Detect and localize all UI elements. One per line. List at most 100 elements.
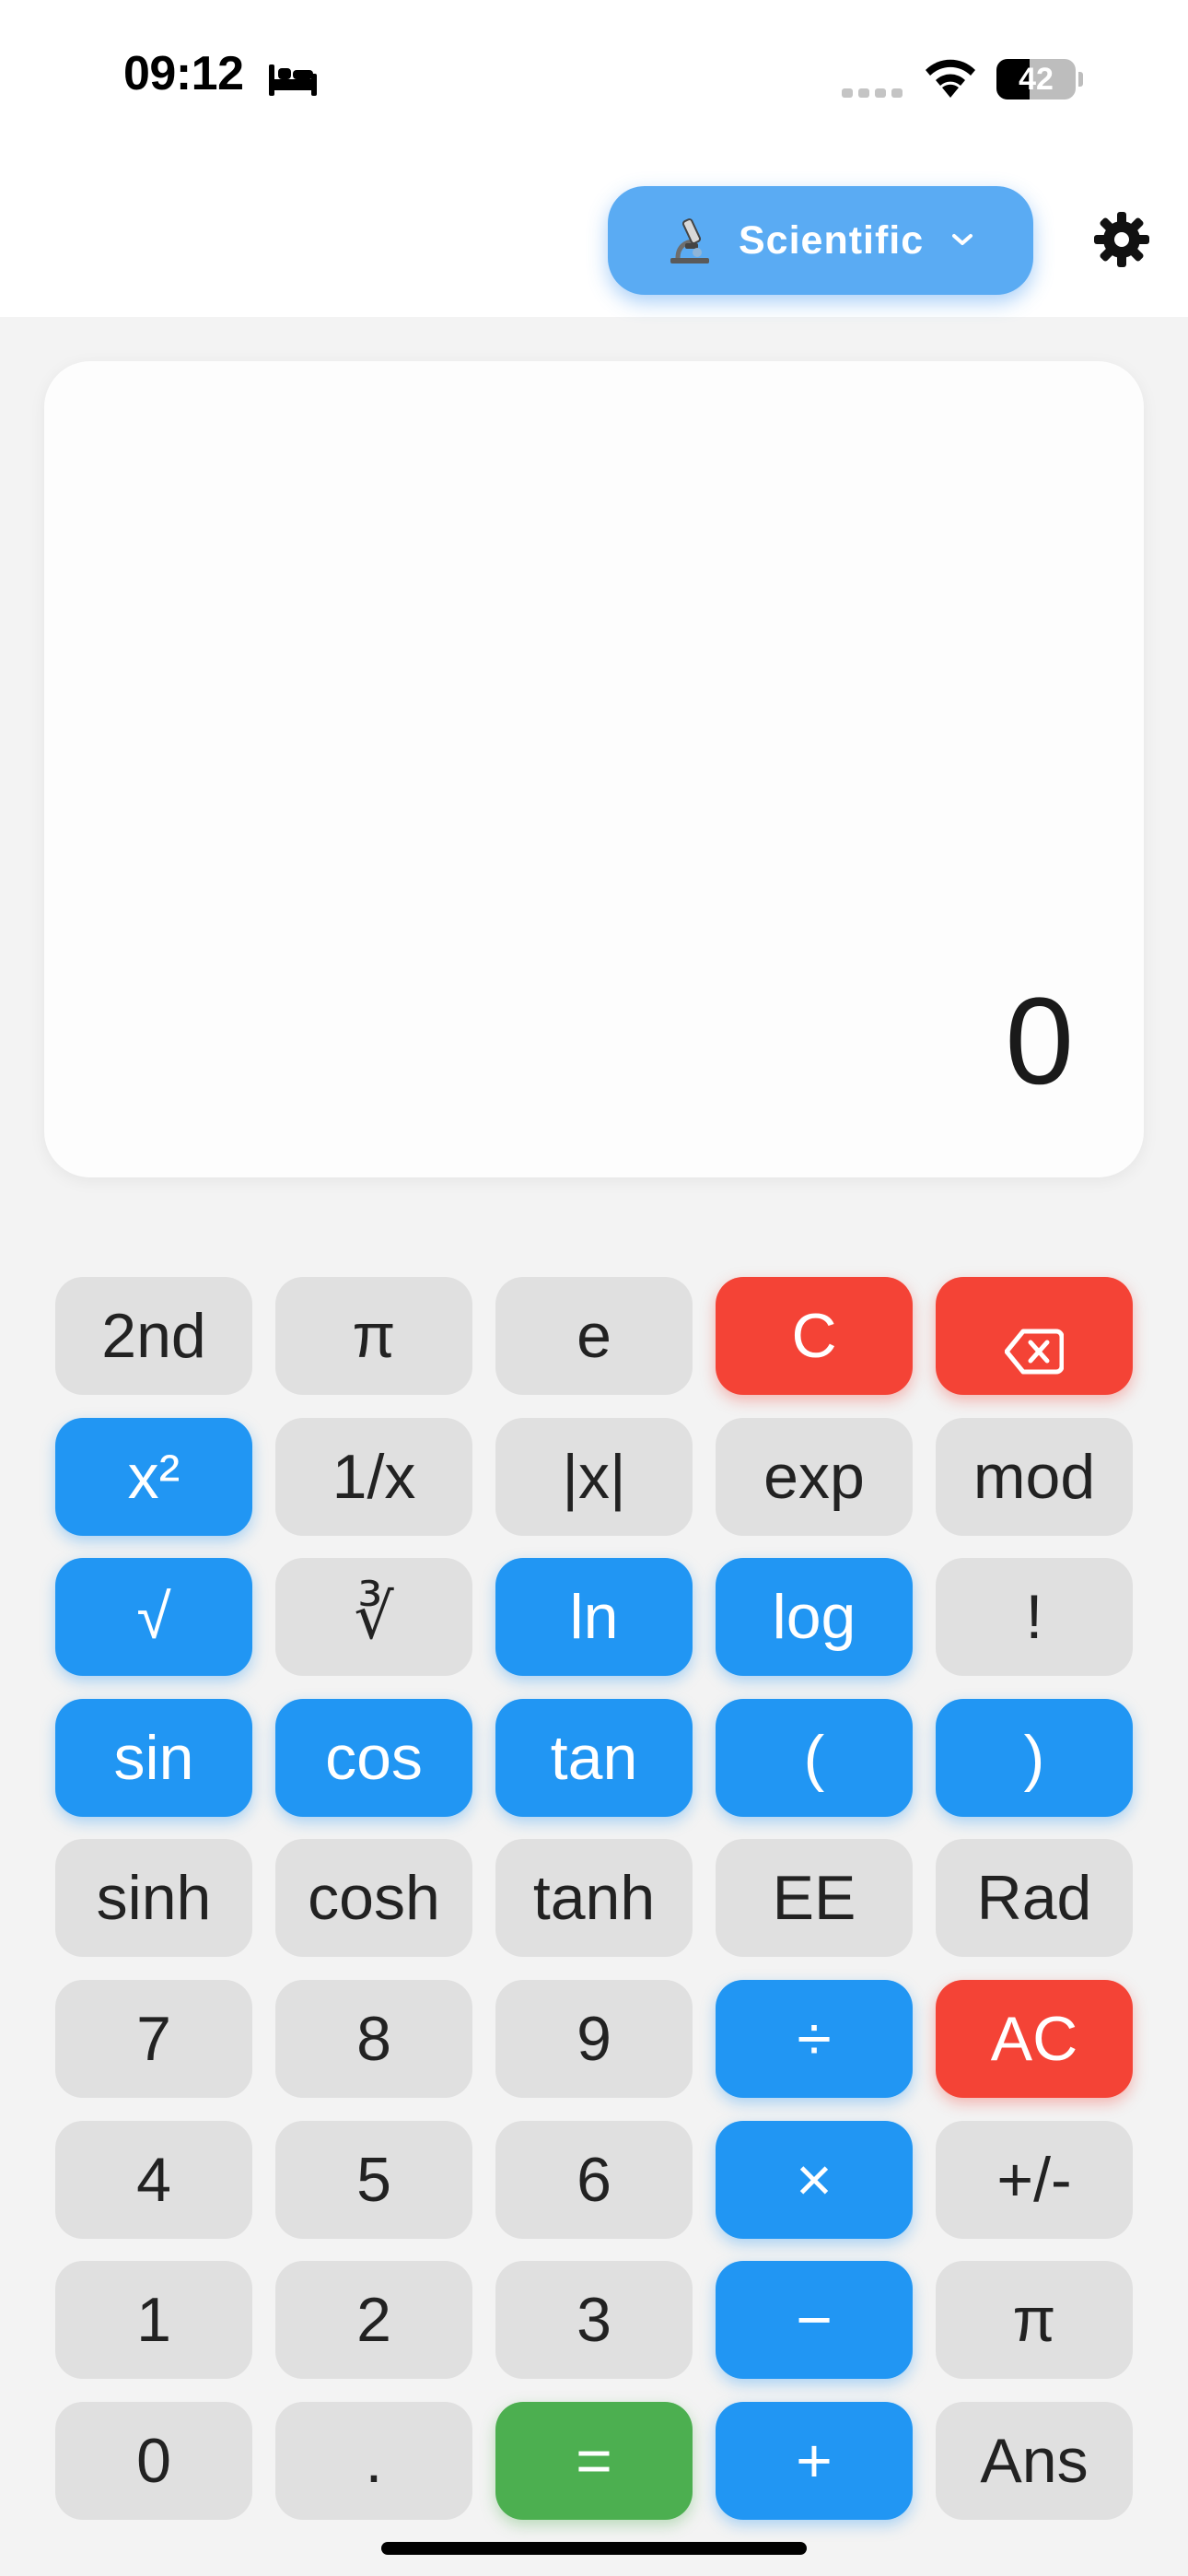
key-label: EE: [772, 1863, 856, 1933]
key-label: ∛: [354, 1582, 394, 1652]
key-label: sinh: [96, 1863, 212, 1933]
key-label: 6: [577, 2145, 611, 2215]
key-label: x²: [127, 1442, 181, 1512]
key-label: +: [796, 2426, 833, 2496]
key-6[interactable]: 6: [495, 2121, 693, 2239]
key-reciprocal[interactable]: 1/x: [275, 1418, 472, 1536]
key-label: √: [136, 1582, 171, 1652]
battery-icon: 42: [996, 59, 1083, 100]
key-label: tan: [550, 1723, 638, 1793]
key-7[interactable]: 7: [55, 1980, 252, 2098]
key-negate[interactable]: +/-: [936, 2121, 1133, 2239]
key-ans[interactable]: Ans: [936, 2402, 1133, 2520]
chevron-down-icon: [952, 234, 973, 245]
key-ln[interactable]: ln: [495, 1558, 693, 1676]
key-mod[interactable]: mod: [936, 1418, 1133, 1536]
key-label: 5: [356, 2145, 391, 2215]
key-label: (: [803, 1723, 825, 1793]
key-label: =: [576, 2426, 612, 2496]
key-sin[interactable]: sin: [55, 1699, 252, 1817]
bed-icon: [269, 64, 317, 96]
key-label: AC: [990, 2004, 1078, 2074]
key-label: Ans: [980, 2426, 1089, 2496]
key-label: +/-: [996, 2145, 1072, 2215]
key-ee[interactable]: EE: [716, 1839, 913, 1957]
key-8[interactable]: 8: [275, 1980, 472, 2098]
key-label: log: [772, 1582, 856, 1652]
key-open-paren[interactable]: (: [716, 1699, 913, 1817]
backspace-icon: [1005, 1329, 1064, 1375]
key-cos[interactable]: cos: [275, 1699, 472, 1817]
key-0[interactable]: 0: [55, 2402, 252, 2520]
key-e[interactable]: e: [495, 1277, 693, 1395]
key-label: mod: [973, 1442, 1096, 1512]
key-label: 8: [356, 2004, 391, 2074]
key-cosh[interactable]: cosh: [275, 1839, 472, 1957]
key-close-paren[interactable]: ): [936, 1699, 1133, 1817]
key-tan[interactable]: tan: [495, 1699, 693, 1817]
key-tanh[interactable]: tanh: [495, 1839, 693, 1957]
key-label: 3: [577, 2285, 611, 2355]
key-sinh[interactable]: sinh: [55, 1839, 252, 1957]
key-label: cos: [325, 1723, 423, 1793]
calculator-display: 0: [44, 361, 1144, 1177]
key-pi-2[interactable]: π: [936, 2261, 1133, 2379]
key-label: cosh: [308, 1863, 440, 1933]
key-factorial[interactable]: !: [936, 1558, 1133, 1676]
key-label: Rad: [976, 1863, 1092, 1933]
key-label: 0: [136, 2426, 171, 2496]
microscope-icon: [670, 218, 709, 263]
key-label: π: [1012, 2285, 1056, 2355]
key-1[interactable]: 1: [55, 2261, 252, 2379]
key-multiply[interactable]: ×: [716, 2121, 913, 2239]
key-divide[interactable]: ÷: [716, 1980, 913, 2098]
key-label: sin: [113, 1723, 194, 1793]
key-4[interactable]: 4: [55, 2121, 252, 2239]
key-label: 1/x: [332, 1442, 416, 1512]
key-2[interactable]: 2: [275, 2261, 472, 2379]
status-bar: 09:12 42: [0, 0, 1188, 157]
mode-selector-label: Scientific: [739, 218, 925, 263]
key-label: exp: [763, 1442, 865, 1512]
key-add[interactable]: +: [716, 2402, 913, 2520]
app-header: Scientific: [0, 157, 1188, 317]
key-rad[interactable]: Rad: [936, 1839, 1133, 1957]
mode-selector-button[interactable]: Scientific: [608, 186, 1033, 295]
wifi-icon: [926, 59, 975, 98]
status-time: 09:12: [123, 47, 244, 100]
key-all-clear[interactable]: AC: [936, 1980, 1133, 2098]
key-equals[interactable]: =: [495, 2402, 693, 2520]
key-3[interactable]: 3: [495, 2261, 693, 2379]
display-value: 0: [1005, 973, 1074, 1110]
key-label: 1: [136, 2285, 171, 2355]
key-abs[interactable]: |x|: [495, 1418, 693, 1536]
signal-icon: [842, 88, 903, 98]
key-cbrt[interactable]: ∛: [275, 1558, 472, 1676]
key-label: .: [365, 2426, 383, 2496]
key-label: 2nd: [101, 1301, 206, 1371]
key-9[interactable]: 9: [495, 1980, 693, 2098]
key-2nd[interactable]: 2nd: [55, 1277, 252, 1395]
key-backspace[interactable]: [936, 1277, 1133, 1395]
key-label: ): [1023, 1723, 1045, 1793]
key-decimal[interactable]: .: [275, 2402, 472, 2520]
key-label: C: [791, 1301, 837, 1371]
key-subtract[interactable]: −: [716, 2261, 913, 2379]
key-label: 7: [136, 2004, 171, 2074]
key-pi[interactable]: π: [275, 1277, 472, 1395]
home-indicator[interactable]: [381, 2542, 807, 2555]
key-clear[interactable]: C: [716, 1277, 913, 1395]
key-label: |x|: [562, 1442, 626, 1512]
key-label: ×: [796, 2145, 833, 2215]
key-label: 2: [356, 2285, 391, 2355]
key-label: e: [577, 1301, 611, 1371]
key-label: 9: [577, 2004, 611, 2074]
key-log[interactable]: log: [716, 1558, 913, 1676]
gear-icon[interactable]: [1092, 210, 1151, 269]
key-exp[interactable]: exp: [716, 1418, 913, 1536]
key-label: ln: [569, 1582, 619, 1652]
key-sqrt[interactable]: √: [55, 1558, 252, 1676]
key-label: −: [796, 2285, 833, 2355]
key-square[interactable]: x²: [55, 1418, 252, 1536]
key-5[interactable]: 5: [275, 2121, 472, 2239]
